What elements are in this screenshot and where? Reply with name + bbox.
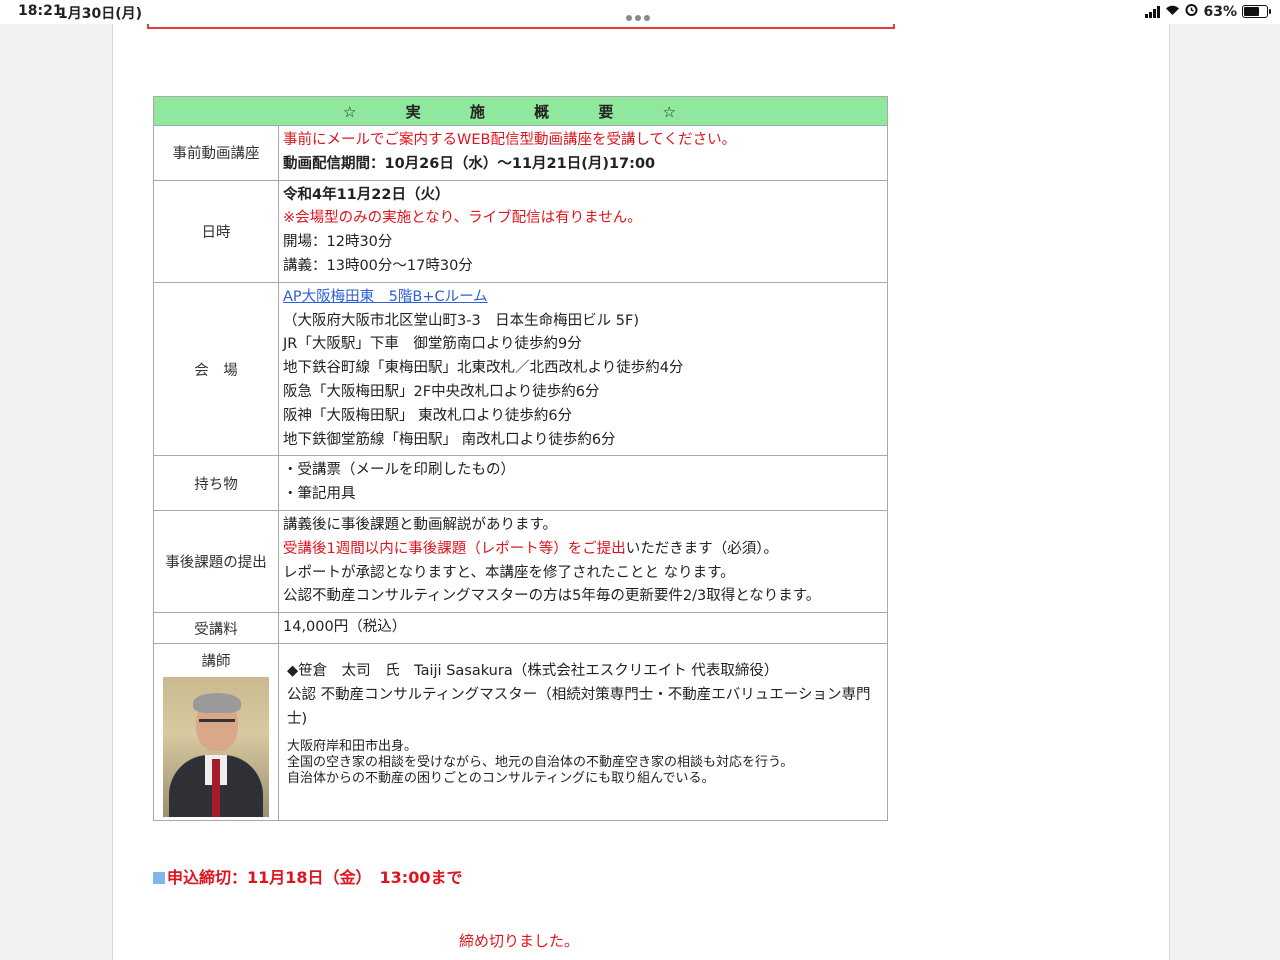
table-row-fee: 受講料 14,000円（税込） bbox=[153, 612, 888, 644]
table-row-report: 事後課題の提出 講義後に事後課題と動画解説があります。 受講後1週間以内に事後課… bbox=[153, 509, 888, 614]
closed-notice: 締め切りました。 bbox=[459, 932, 580, 950]
cellular-signal-icon bbox=[1145, 5, 1161, 18]
instructor-credentials: 公認 不動産コンサルティングマスター（相続対策専門士・不動産エバリュエーション専… bbox=[287, 686, 871, 727]
report-mandatory: いただきます（必須）。 bbox=[625, 540, 778, 557]
report-line: 公認不動産コンサルティングマスターの方は5年毎の更新要件2/3取得となります。 bbox=[283, 588, 821, 605]
report-line: レポートが承認となりますと、本講座を修了されたことと なります。 bbox=[283, 564, 735, 581]
row-label: 事後課題の提出 bbox=[153, 509, 279, 614]
row-label: 会 場 bbox=[153, 281, 279, 457]
row-label: 日時 bbox=[153, 179, 279, 283]
report-line: 講義後に事後課題と動画解説があります。 bbox=[283, 516, 558, 533]
row-label: 受講料 bbox=[153, 612, 279, 644]
table-row-belongings: 持ち物 ・受講票（メールを印刷したもの） ・筆記用具 bbox=[153, 455, 888, 511]
table-row-instructor: 講師 ◆笹倉 太司 氏 Taiji Sasakura（株式会社エスクリエイト 代… bbox=[153, 642, 888, 821]
status-indicators: 63% bbox=[1145, 3, 1271, 20]
table-row-date: 日時 令和4年11月22日（火） ※会場型のみの実施となり、ライブ配信は有りませ… bbox=[153, 179, 888, 283]
report-deadline: 受講後1週間以内に事後課題（レポート等）をご提出 bbox=[283, 540, 626, 557]
status-date: 1月30日(月) bbox=[58, 6, 143, 22]
table-header: ☆ 実 施 概 要 ☆ bbox=[153, 96, 888, 126]
wifi-icon bbox=[1165, 4, 1180, 20]
access-line: 地下鉄御堂筋線「梅田駅」 南改札口より徒歩約6分 bbox=[283, 431, 616, 448]
event-date: 令和4年11月22日（火） bbox=[283, 186, 450, 203]
access-line: 阪急「大阪梅田駅」2F中央改札口より徒歩約6分 bbox=[283, 383, 600, 400]
battery-percent: 63% bbox=[1203, 3, 1237, 20]
status-bar: 18:21 1月30日(月) 63% bbox=[0, 0, 1280, 24]
row-label: 持ち物 bbox=[153, 455, 279, 511]
instructor-bio-line: 自治体からの不動産の困りごとのコンサルティングにも取り組んでいる。 bbox=[287, 771, 715, 787]
row-value: AP大阪梅田東 5階B+Cルーム （大阪府大阪市北区堂山町3-3 日本生命梅田ビ… bbox=[278, 281, 888, 457]
web-page: ☆ 実 施 概 要 ☆ 事前動画講座 事前にメールでご案内するWEB配信型動画講… bbox=[112, 20, 1170, 960]
lecture-time: 講義：13時00分〜17時30分 bbox=[283, 257, 473, 274]
instructor-bio-line: 大阪府岸和田市出身。 bbox=[287, 739, 418, 755]
report-requirement: 受講後1週間以内に事後課題（レポート等）をご提出いただきます（必須）。 bbox=[283, 538, 883, 562]
table-row-venue: 会 場 AP大阪梅田東 5階B+Cルーム （大阪府大阪市北区堂山町3-3 日本生… bbox=[153, 281, 888, 457]
table-row-video: 事前動画講座 事前にメールでご案内するWEB配信型動画講座を受講してください。 … bbox=[153, 125, 888, 181]
row-label: 事前動画講座 bbox=[153, 125, 279, 181]
battery-icon bbox=[1242, 5, 1271, 18]
instructor-photo bbox=[163, 676, 269, 817]
row-value: 講義後に事後課題と動画解説があります。 受講後1週間以内に事後課題（レポート等）… bbox=[278, 509, 888, 614]
multitasking-dots-icon[interactable] bbox=[626, 9, 653, 25]
instructor-name: ◆笹倉 太司 氏 Taiji Sasakura（株式会社エスクリエイト 代表取締… bbox=[287, 662, 779, 679]
row-value: 令和4年11月22日（火） ※会場型のみの実施となり、ライブ配信は有りません。 … bbox=[278, 179, 888, 283]
overview-table: ☆ 実 施 概 要 ☆ 事前動画講座 事前にメールでご案内するWEB配信型動画講… bbox=[153, 96, 888, 821]
no-live-notice: ※会場型のみの実施となり、ライブ配信は有りません。 bbox=[283, 210, 642, 227]
row-value: ・受講票（メールを印刷したもの） ・筆記用具 bbox=[278, 455, 888, 511]
video-notice: 事前にメールでご案内するWEB配信型動画講座を受講してください。 bbox=[283, 132, 737, 148]
venue-address: （大阪府大阪市北区堂山町3-3 日本生命梅田ビル 5F) bbox=[283, 312, 640, 329]
belonging-item: ・筆記用具 bbox=[283, 486, 356, 503]
instructor-bio-line: 全国の空き家の相談を受けながら、地元の自治体の不動産空き家の相談も対応を行う。 bbox=[287, 755, 794, 771]
row-value: 14,000円（税込） bbox=[278, 612, 888, 644]
row-label: 講師 bbox=[153, 642, 279, 821]
status-time: 18:21 bbox=[18, 3, 63, 19]
access-line: 阪神「大阪梅田駅」 東改札口より徒歩約6分 bbox=[283, 407, 573, 424]
row-value: ◆笹倉 太司 氏 Taiji Sasakura（株式会社エスクリエイト 代表取締… bbox=[278, 642, 888, 821]
fee-amount: 14,000円（税込） bbox=[283, 619, 407, 636]
access-line: 地下鉄谷町線「東梅田駅」北東改札／北西改札より徒歩約4分 bbox=[283, 360, 684, 377]
deadline-text: 申込締切：11月18日（金） 13:00まで bbox=[167, 868, 463, 887]
belonging-item: ・受講票（メールを印刷したもの） bbox=[283, 462, 515, 479]
doors-open: 開場：12時30分 bbox=[283, 234, 393, 251]
row-value: 事前にメールでご案内するWEB配信型動画講座を受講してください。 動画配信期間：… bbox=[278, 125, 888, 181]
instructor-label: 講師 bbox=[201, 653, 231, 670]
battery-level bbox=[1244, 7, 1260, 16]
venue-link[interactable]: AP大阪梅田東 5階B+Cルーム bbox=[283, 289, 488, 305]
access-line: JR「大阪駅」下車 御堂筋南口より徒歩約9分 bbox=[283, 336, 582, 353]
application-deadline: 申込締切：11月18日（金） 13:00まで bbox=[153, 864, 462, 888]
video-period: 動画配信期間：10月26日（水）〜11月21日(月)17:00 bbox=[283, 155, 656, 172]
square-bullet-icon bbox=[153, 872, 165, 884]
alarm-icon bbox=[1185, 3, 1198, 20]
